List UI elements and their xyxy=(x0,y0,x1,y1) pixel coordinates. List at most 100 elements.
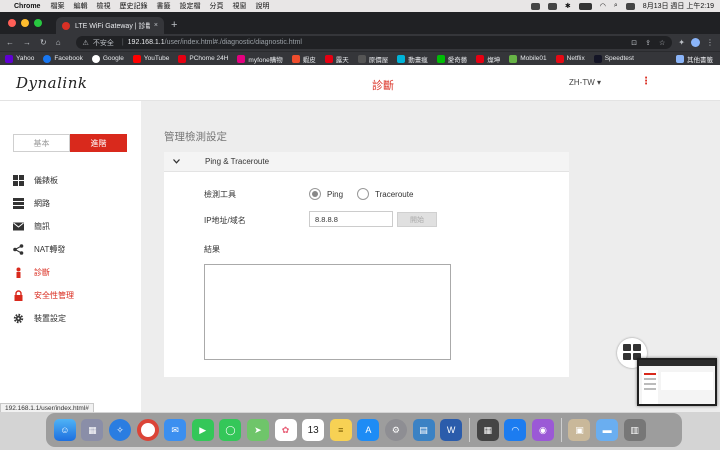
menu-view[interactable]: 檢視 xyxy=(96,1,110,11)
sms-icon xyxy=(13,221,24,232)
myfone-icon xyxy=(237,54,246,63)
panel-header[interactable]: Ping & Traceroute xyxy=(164,152,569,172)
bookmark-ruten[interactable]: 露天 xyxy=(324,54,349,64)
app-menu[interactable]: Chrome xyxy=(14,3,40,10)
profile-avatar[interactable] xyxy=(691,38,700,47)
start-button[interactable]: 開始 xyxy=(397,212,437,227)
sidebar-item-nat[interactable]: NAT轉發 xyxy=(13,238,74,261)
messages-icon[interactable]: ◯ xyxy=(219,419,242,441)
facetime-icon[interactable]: ▶ xyxy=(191,419,214,441)
cloud-icon[interactable] xyxy=(530,2,540,10)
other-bookmarks[interactable]: 其他書籤 xyxy=(676,54,713,64)
notes-icon[interactable]: ≡ xyxy=(329,419,352,441)
close-window-button[interactable] xyxy=(8,19,16,27)
bookmark-shopee[interactable]: 蝦皮 xyxy=(291,54,316,64)
search-icon[interactable]: ⌕ xyxy=(614,2,618,10)
finder-icon[interactable]: ☺ xyxy=(53,419,76,441)
bookmark-myfone[interactable]: myfone購物 xyxy=(237,54,283,64)
chrome-menu-icon[interactable]: ⋮ xyxy=(706,38,714,47)
mode-basic-button[interactable]: 基本 xyxy=(13,134,70,152)
bookmark-youtube[interactable]: YouTube xyxy=(132,54,169,63)
app-store-icon[interactable]: A xyxy=(357,419,380,441)
wifi-explorer-icon[interactable]: ◠ xyxy=(504,419,527,441)
url-bar[interactable]: ⚠ 不安全 | 192.168.1.1 /user/index.html#./d… xyxy=(75,36,673,49)
menu-help[interactable]: 說明 xyxy=(255,1,269,11)
forward-icon[interactable]: → xyxy=(23,38,31,47)
result-textarea[interactable] xyxy=(204,264,451,360)
radio-ping[interactable]: Ping xyxy=(309,188,343,200)
mail-icon[interactable]: ✉ xyxy=(164,419,187,441)
radio-unselected-icon[interactable] xyxy=(357,188,369,200)
launchpad-icon[interactable]: ▦ xyxy=(81,419,104,441)
home-icon[interactable]: ⌂ xyxy=(56,38,61,47)
share-icon[interactable]: ⇪ xyxy=(645,39,651,47)
chrome-icon[interactable] xyxy=(136,419,159,441)
browser-tab[interactable]: LTE WiFi Gateway | 診斷 × xyxy=(56,17,164,34)
network-utility-icon[interactable]: ▤ xyxy=(412,419,435,441)
word-icon[interactable]: W xyxy=(440,419,463,441)
translate-icon[interactable]: ⊡ xyxy=(631,39,637,47)
sidebar-item-network[interactable]: 網路 xyxy=(13,192,74,215)
language-select[interactable]: ZH-TW ▾ xyxy=(569,78,601,87)
reload-icon[interactable]: ↻ xyxy=(40,38,47,47)
wifi-icon[interactable]: ◠ xyxy=(600,2,606,10)
control-center-icon[interactable] xyxy=(625,2,635,10)
radio-selected-icon[interactable] xyxy=(309,188,321,200)
back-icon[interactable]: ← xyxy=(6,38,14,47)
bookmark-speedtest[interactable]: Speedtest xyxy=(593,54,634,63)
mode-advanced-button[interactable]: 進階 xyxy=(70,134,127,152)
menu-window[interactable]: 視窗 xyxy=(232,1,246,11)
menu-file[interactable]: 檔案 xyxy=(50,1,64,11)
radio-traceroute[interactable]: Traceroute xyxy=(357,188,413,200)
podcasts-icon[interactable]: ◉ xyxy=(531,419,554,441)
bookmark-pchome[interactable]: PChome 24H xyxy=(178,54,228,63)
anime-icon xyxy=(397,54,406,63)
menu-profiles[interactable]: 設定檔 xyxy=(179,1,200,11)
menu-history[interactable]: 歷史記錄 xyxy=(119,1,147,11)
screen-mirroring-icon[interactable] xyxy=(547,2,557,10)
bookmark-facebook[interactable]: Facebook xyxy=(43,54,83,63)
ip-address-input[interactable] xyxy=(309,211,393,227)
clock[interactable]: 8月13日 週日 上午2:19 xyxy=(643,1,714,11)
menu-tab[interactable]: 分頁 xyxy=(209,1,223,11)
bookmark-yahoo[interactable]: Yahoo xyxy=(5,54,34,63)
system-settings-icon[interactable]: ⚙ xyxy=(384,419,407,441)
more-menu-icon[interactable]: ⋮ xyxy=(641,76,651,87)
bookmark-netflix[interactable]: Netflix xyxy=(555,54,585,63)
photos-icon[interactable]: ✿ xyxy=(274,419,297,441)
bookmark-coolpc[interactable]: 原價屋 xyxy=(357,54,388,64)
new-tab-button[interactable]: + xyxy=(164,19,184,34)
maps-icon[interactable]: ➤ xyxy=(246,419,269,441)
sidebar-item-dashboard[interactable]: 儀錶板 xyxy=(13,169,74,192)
sidebar-item-device-settings[interactable]: 裝置設定 xyxy=(13,307,74,330)
extensions-icon[interactable]: ✦ xyxy=(678,38,685,47)
trash-icon[interactable]: ▥ xyxy=(623,419,646,441)
menu-edit[interactable]: 編輯 xyxy=(73,1,87,11)
screenshot-thumbnail[interactable] xyxy=(637,358,717,406)
menu-bookmarks[interactable]: 書籤 xyxy=(156,1,170,11)
bluetooth-icon[interactable]: ✱ xyxy=(565,2,571,10)
lock-icon xyxy=(13,290,24,301)
bookmark-anime[interactable]: 動畫瘋 xyxy=(397,54,428,64)
folder-icon[interactable]: ▬ xyxy=(596,419,619,441)
minimize-window-button[interactable] xyxy=(21,19,29,27)
archive-utility-icon[interactable]: ▣ xyxy=(568,419,591,441)
calculator-icon[interactable]: ▦ xyxy=(476,419,499,441)
zoom-window-button[interactable] xyxy=(34,19,42,27)
not-secure-icon[interactable]: ⚠ xyxy=(83,39,89,47)
calendar-icon[interactable]: 13 xyxy=(302,419,325,441)
chevron-down-icon[interactable] xyxy=(164,157,189,166)
bookmark-tkec[interactable]: 燦坤 xyxy=(476,54,500,64)
sidebar-item-sms[interactable]: 簡訊 xyxy=(13,215,74,238)
safari-icon[interactable]: ✧ xyxy=(108,419,131,441)
dynalink-logo[interactable]: Dynalink xyxy=(16,74,87,92)
battery-icon[interactable] xyxy=(578,2,592,10)
tab-close-button[interactable]: × xyxy=(154,22,158,29)
bookmark-mobile01[interactable]: Mobile01 xyxy=(509,54,547,63)
bookmark-iqiyi[interactable]: 愛奇藝 xyxy=(436,54,467,64)
security-label[interactable]: 不安全 xyxy=(93,38,114,48)
sidebar-item-diagnostic[interactable]: 診斷 xyxy=(13,261,74,284)
bookmark-google[interactable]: Google xyxy=(91,54,124,63)
bookmark-star-icon[interactable]: ☆ xyxy=(659,39,665,47)
sidebar-item-security[interactable]: 安全性管理 xyxy=(13,284,74,307)
